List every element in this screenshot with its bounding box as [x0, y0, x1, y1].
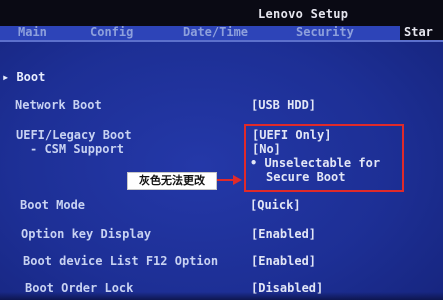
setting-boot-mode-value[interactable]: [Quick] [250, 198, 301, 212]
menu-tab-startup[interactable]: Star [400, 26, 443, 40]
setting-option-key-display-label[interactable]: Option key Display [21, 227, 151, 241]
setting-option-key-display-value[interactable]: [Enabled] [251, 227, 316, 241]
bios-title: Lenovo Setup [258, 7, 349, 21]
setting-network-boot-label[interactable]: Network Boot [15, 98, 102, 112]
menu-tab-security[interactable]: Security [296, 26, 354, 40]
red-arrow-icon [217, 175, 242, 185]
setting-boot-device-list-value[interactable]: [Enabled] [251, 254, 316, 268]
annotation-callout: 灰色无法更改 [127, 172, 217, 190]
section-title-boot[interactable]: ▸ Boot [2, 70, 45, 84]
setting-uefi-legacy-boot-label[interactable]: UEFI/Legacy Boot [16, 128, 132, 142]
menu-underline [0, 40, 443, 42]
bios-menu-bar: Main Config Date/Time Security Star [0, 26, 443, 40]
bios-screen: Lenovo Setup Main Config Date/Time Secur… [0, 0, 443, 300]
screen-bottom-edge [0, 292, 443, 300]
setting-network-boot-value[interactable]: [USB HDD] [251, 98, 316, 112]
section-title-text: Boot [16, 70, 46, 84]
menu-tab-date-time[interactable]: Date/Time [183, 26, 248, 40]
menu-tab-main[interactable]: Main [18, 26, 47, 40]
setting-boot-mode-label[interactable]: Boot Mode [20, 198, 85, 212]
setting-csm-support-label: - CSM Support [30, 142, 124, 156]
menu-tab-config[interactable]: Config [90, 26, 133, 40]
bios-title-bar: Lenovo Setup [0, 0, 443, 26]
setting-boot-device-list-label[interactable]: Boot device List F12 Option [23, 254, 218, 268]
highlight-box [244, 124, 404, 192]
